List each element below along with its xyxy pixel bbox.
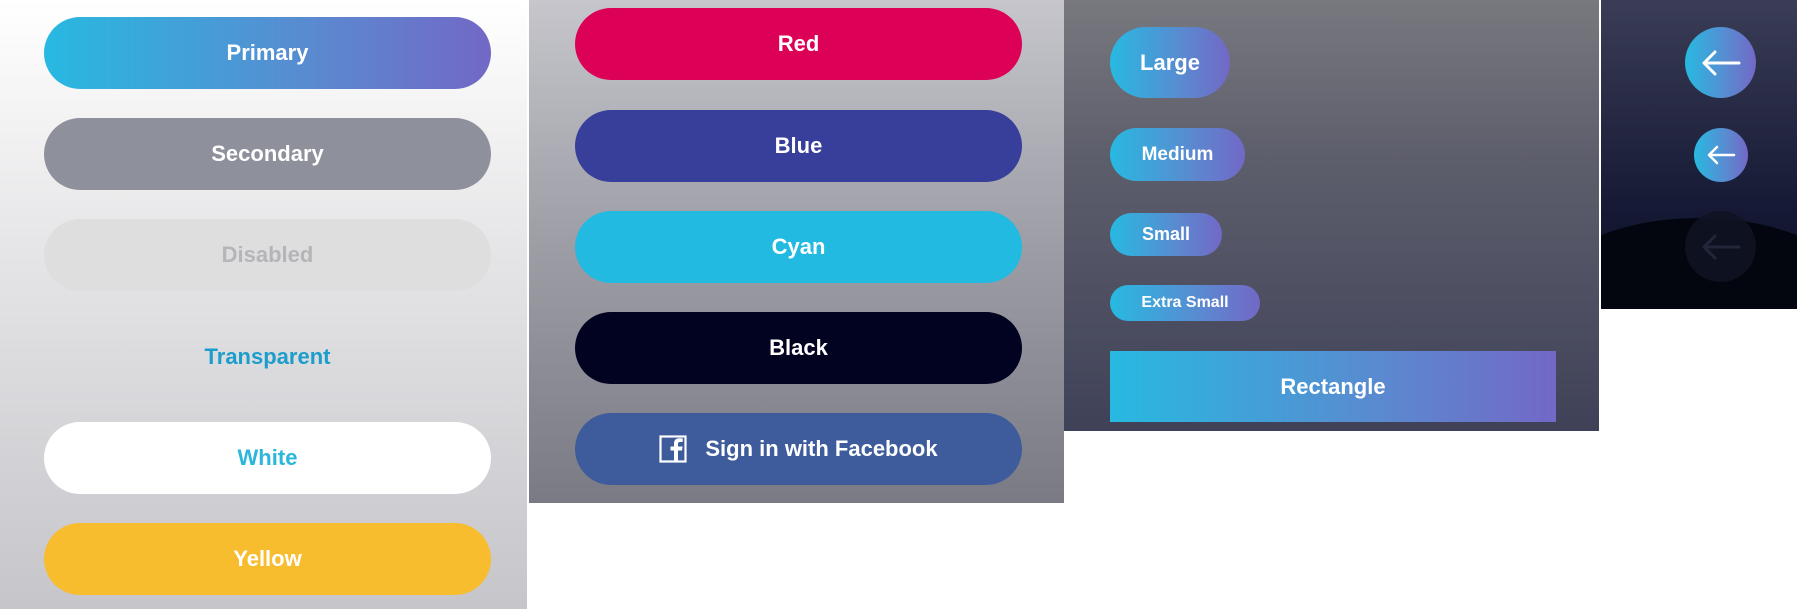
secondary-button[interactable]: Secondary (44, 118, 491, 190)
transparent-button[interactable]: Transparent (44, 321, 491, 393)
medium-button[interactable]: Medium (1110, 128, 1245, 181)
facebook-icon (659, 435, 687, 463)
extra-small-button[interactable]: Extra Small (1110, 285, 1260, 321)
round-back-button-large[interactable] (1685, 27, 1756, 98)
red-button[interactable]: Red (575, 8, 1022, 80)
arrow-left-icon (1701, 234, 1741, 260)
rectangle-button[interactable]: Rectangle (1110, 351, 1556, 422)
black-button[interactable]: Black (575, 312, 1022, 384)
round-back-button-medium[interactable] (1694, 128, 1748, 182)
disabled-button: Disabled (44, 219, 491, 291)
blue-button[interactable]: Blue (575, 110, 1022, 182)
facebook-signin-label: Sign in with Facebook (705, 436, 938, 461)
round-back-button-disabled (1685, 211, 1756, 282)
facebook-signin-button[interactable]: Sign in with Facebook (575, 413, 1022, 485)
arrow-left-icon (1706, 145, 1736, 165)
yellow-button[interactable]: Yellow (44, 523, 491, 595)
arrow-left-icon (1701, 50, 1741, 76)
small-button[interactable]: Small (1110, 213, 1222, 256)
primary-button[interactable]: Primary (44, 17, 491, 89)
large-button[interactable]: Large (1110, 27, 1230, 98)
white-button[interactable]: White (44, 422, 491, 494)
variants-panel (0, 0, 527, 609)
cyan-button[interactable]: Cyan (575, 211, 1022, 283)
